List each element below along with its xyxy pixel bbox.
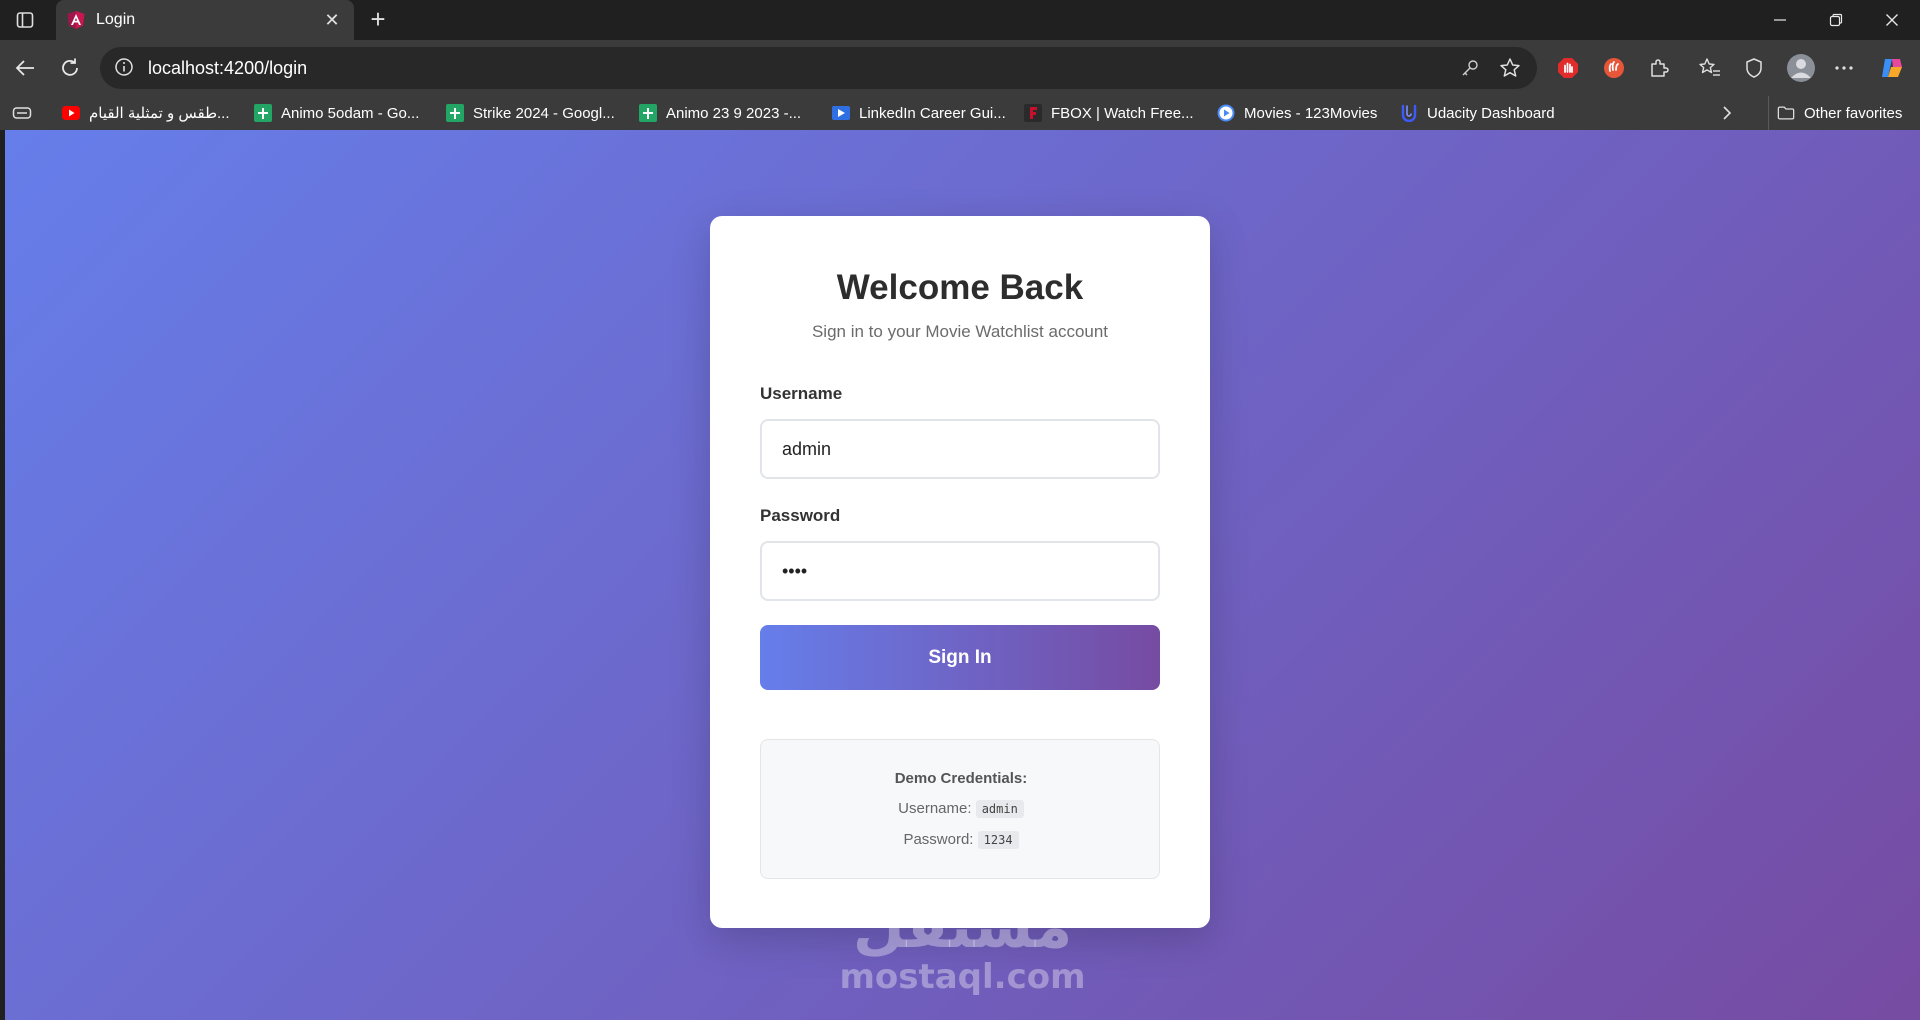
- bookmark-item[interactable]: Animo 23 9 2023 -...: [639, 96, 801, 130]
- bookmarks-bar: طقس و تمثلية القيام... Animo 5odam - Go.…: [0, 96, 1920, 130]
- page-subtitle: Sign in to your Movie Watchlist account: [811, 322, 1109, 341]
- chevron-right-icon[interactable]: [1720, 96, 1734, 130]
- minimize-button[interactable]: [1752, 0, 1808, 40]
- back-icon[interactable]: [10, 53, 40, 83]
- url-text[interactable]: localhost:4200/login: [148, 58, 1443, 79]
- bookmark-label: Strike 2024 - Googl...: [473, 104, 615, 122]
- demo-password-value: 1234: [977, 831, 1019, 849]
- username-input[interactable]: [760, 419, 1160, 479]
- bookmark-item[interactable]: Animo 5odam - Go...: [254, 96, 419, 130]
- folder-icon: [1777, 104, 1795, 122]
- tab-actions-icon[interactable]: [12, 8, 38, 32]
- restore-button[interactable]: [1808, 0, 1864, 40]
- extensions-puzzle-icon[interactable]: [1645, 54, 1673, 82]
- watermark-latin: mostaql.com: [839, 957, 1086, 997]
- password-label: Password: [760, 506, 841, 525]
- close-window-button[interactable]: [1864, 0, 1920, 40]
- close-tab-icon[interactable]: ✕: [320, 10, 344, 31]
- new-tab-button[interactable]: +: [364, 6, 392, 34]
- bookmark-label: LinkedIn Career Gui...: [859, 104, 1006, 122]
- site-info-icon[interactable]: [114, 57, 136, 79]
- reload-icon[interactable]: [55, 53, 85, 83]
- fbox-icon: [1024, 104, 1042, 122]
- tab-groups-icon[interactable]: [12, 96, 32, 130]
- angular-icon: [66, 10, 86, 30]
- tab-title: Login: [96, 11, 136, 28]
- bookmark-label: Animo 23 9 2023 -...: [666, 104, 802, 122]
- demo-password-row: Password: 1234: [761, 831, 1161, 849]
- username-label: Username: [760, 384, 843, 403]
- other-favorites[interactable]: Other favorites: [1768, 96, 1902, 130]
- tab-login[interactable]: Login ✕: [56, 0, 354, 40]
- more-options-icon[interactable]: [1830, 54, 1858, 82]
- demo-password-label: Password:: [903, 831, 974, 848]
- watermark-arabic: مستقل: [852, 892, 1073, 962]
- google-sheets-icon: [639, 104, 657, 122]
- address-bar[interactable]: localhost:4200/login: [100, 47, 1537, 89]
- bookmark-label: Udacity Dashboard: [1427, 104, 1555, 122]
- hand-extension-icon[interactable]: [1600, 54, 1628, 82]
- bookmark-label: Animo 5odam - Go...: [281, 104, 420, 122]
- password-input[interactable]: [760, 541, 1160, 601]
- bookmark-label: FBOX | Watch Free...: [1051, 104, 1194, 122]
- bookmark-item[interactable]: طقس و تمثلية القيام...: [62, 96, 230, 130]
- udacity-icon: [1400, 104, 1418, 122]
- video-icon: [832, 104, 850, 122]
- favorite-star-icon[interactable]: [1497, 55, 1523, 81]
- google-sheets-icon: [446, 104, 464, 122]
- google-sheets-icon: [254, 104, 272, 122]
- page-title: Welcome Back: [836, 268, 1084, 307]
- demo-credentials-box: Demo Credentials: Username: admin Passwo…: [760, 739, 1160, 879]
- login-card: Welcome Back Sign in to your Movie Watch…: [710, 216, 1210, 928]
- bookmark-label: Movies - 123Movies: [1244, 104, 1378, 122]
- demo-username-value: admin: [975, 800, 1024, 818]
- browser-essentials-shield-icon[interactable]: [1740, 54, 1768, 82]
- key-icon[interactable]: [1457, 55, 1483, 81]
- bookmark-item[interactable]: Udacity Dashboard: [1400, 96, 1555, 130]
- youtube-icon: [62, 104, 80, 122]
- demo-username-label: Username:: [898, 800, 972, 817]
- demo-username-row: Username: admin: [761, 800, 1161, 818]
- page-viewport: Welcome Back Sign in to your Movie Watch…: [5, 130, 1920, 1020]
- other-favorites-label: Other favorites: [1804, 104, 1903, 122]
- bookmark-item[interactable]: Movies - 123Movies: [1217, 96, 1377, 130]
- bookmark-label: طقس و تمثلية القيام...: [89, 105, 230, 122]
- copilot-icon[interactable]: [1878, 54, 1906, 82]
- bookmark-item[interactable]: FBOX | Watch Free...: [1024, 96, 1194, 130]
- profile-avatar[interactable]: [1785, 52, 1817, 84]
- bookmark-item[interactable]: Strike 2024 - Googl...: [446, 96, 615, 130]
- adblock-extension-icon[interactable]: [1554, 54, 1582, 82]
- bookmark-item[interactable]: LinkedIn Career Gui...: [832, 96, 1006, 130]
- favorites-list-icon[interactable]: [1696, 54, 1724, 82]
- demo-credentials-title: Demo Credentials:: [894, 770, 1028, 787]
- browser-toolbar: localhost:4200/login: [0, 40, 1920, 96]
- sign-in-button[interactable]: Sign In: [760, 625, 1160, 690]
- play-circle-icon: [1217, 104, 1235, 122]
- mostaql-watermark: مستقل mostaql.com: [5, 895, 1920, 995]
- browser-titlebar: Login ✕ +: [0, 0, 1920, 40]
